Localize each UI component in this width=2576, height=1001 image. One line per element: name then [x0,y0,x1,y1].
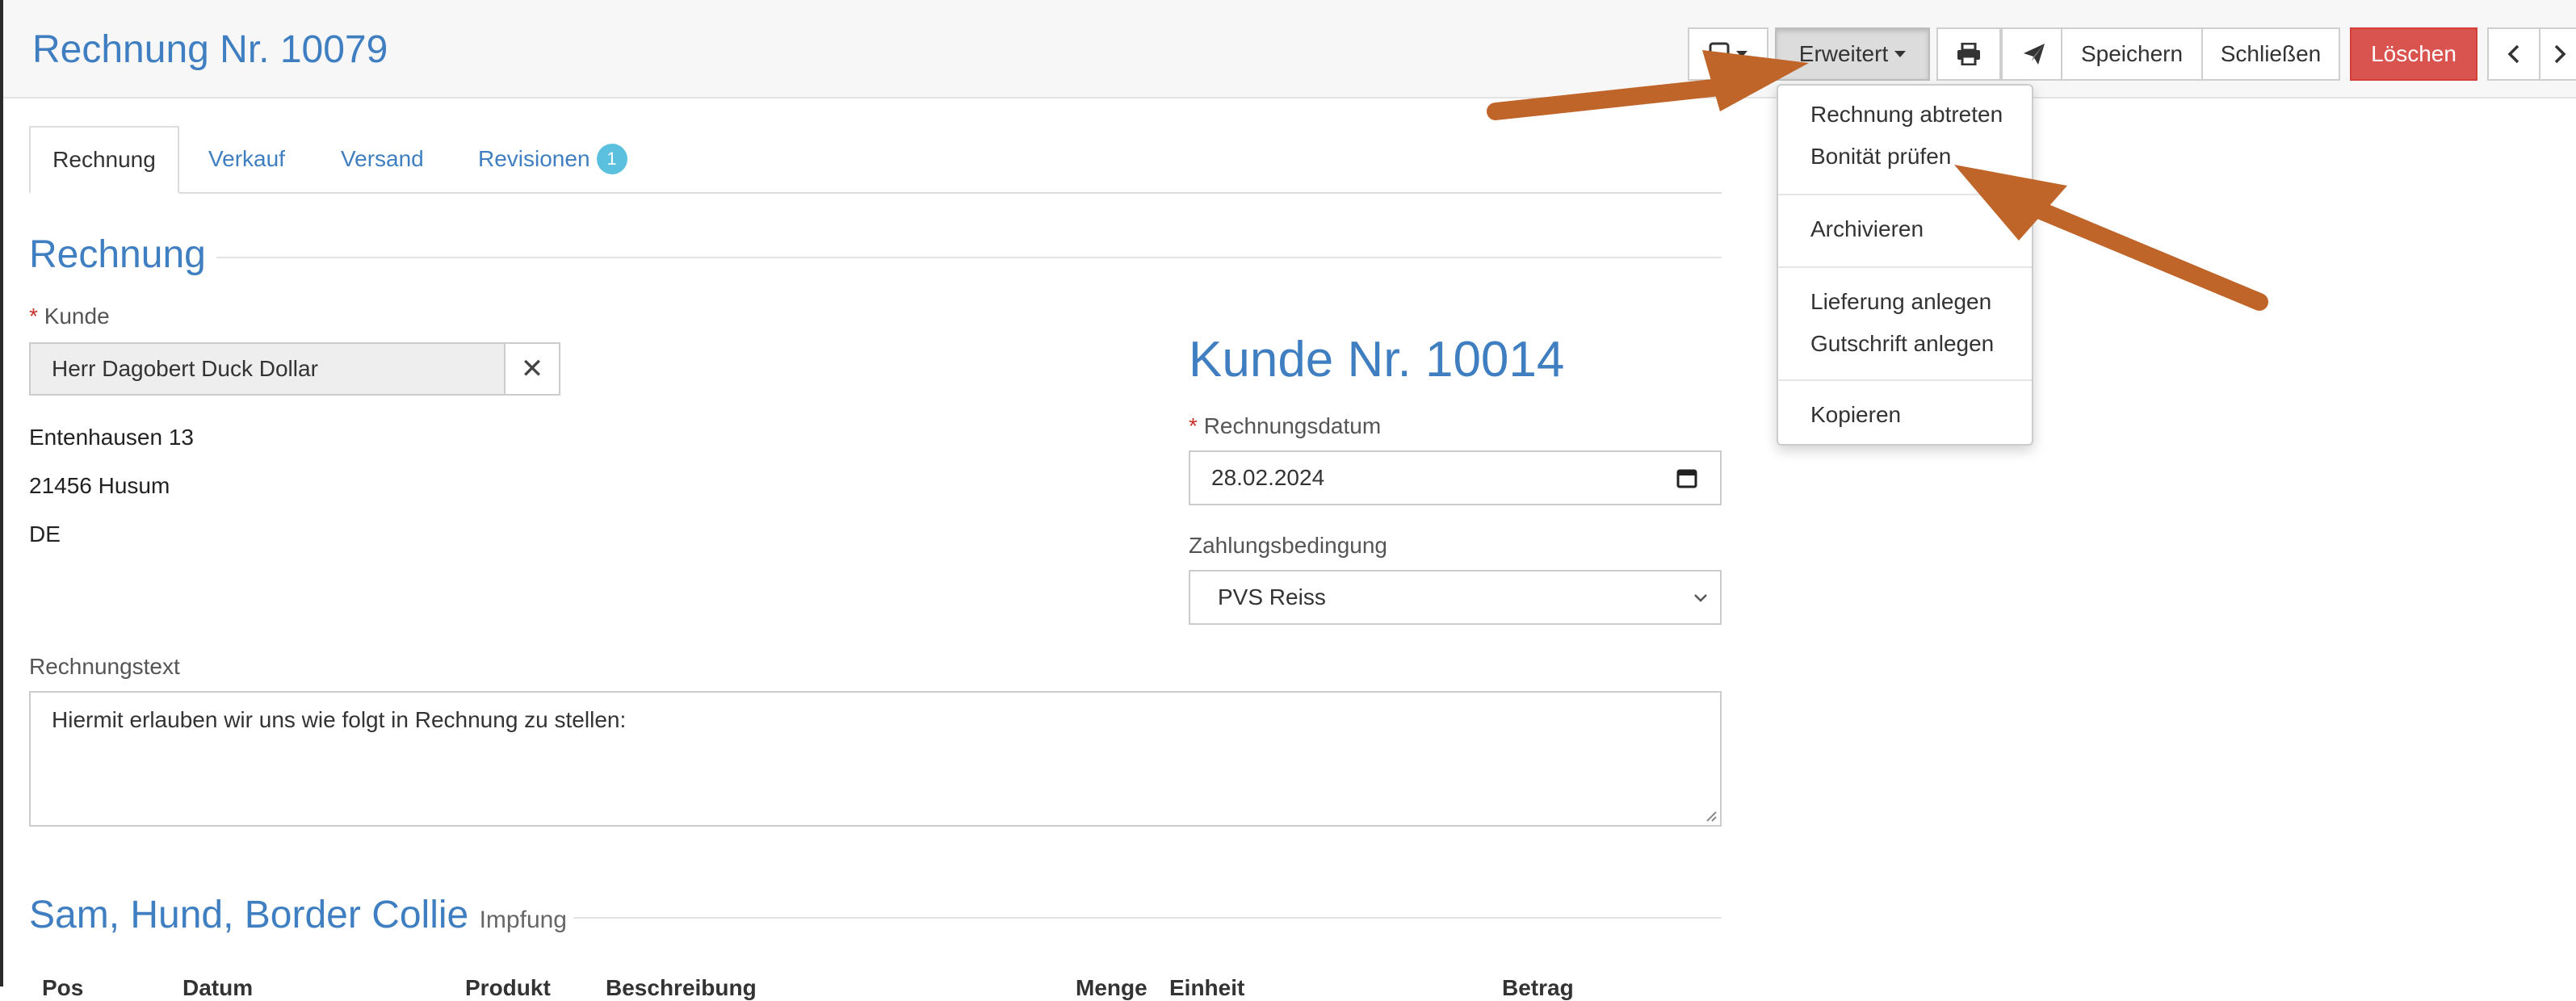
close-label: Schließen [2220,41,2322,66]
menu-divider [1778,266,2032,268]
tab-revisionen[interactable]: Revisionen 1 [478,126,627,192]
chevron-down-icon [1894,51,1907,57]
menu-item-kopieren[interactable]: Kopieren [1810,402,1901,428]
chevron-down-icon [1694,594,1707,602]
tab-label: Revisionen [478,146,590,171]
page-title: Rechnung Nr. 10079 [32,28,388,71]
date-label: * Rechnungsdatum [1189,413,1381,439]
table-header: Beschreibung [606,975,757,1000]
erweitert-label: Erweitert [1798,41,1889,66]
customer-label-text: Kunde [44,304,110,329]
chevron-down-icon [1736,51,1747,57]
section-divider [573,917,1722,919]
revision-count-badge: 1 [596,144,627,174]
date-label-text: Rechnungsdatum [1203,413,1382,438]
tab-label: Verkauf [208,146,285,171]
menu-divider [1778,379,2032,381]
tablet-icon [1709,42,1730,66]
table-header: Einheit [1169,975,1245,1000]
customer-label: * Kunde [29,304,110,329]
menu-divider [1778,194,2032,195]
customer-number-heading: Kunde Nr. 10014 [1189,332,1565,387]
close-icon: ✕ [520,354,544,384]
chevron-left-icon [2507,44,2519,64]
paper-plane-icon [2024,44,2045,65]
menu-item-lieferung-anlegen[interactable]: Lieferung anlegen [1810,289,1991,315]
table-header: Betrag [1502,975,1574,1000]
required-marker: * [29,304,44,329]
tab-bar: Rechnung Verkauf Versand Revisionen 1 [29,126,1722,194]
save-label: Speichern [2080,41,2184,66]
payment-value: PVS Reiss [1218,584,1326,609]
menu-item-rechnung-abtreten[interactable]: Rechnung abtreten [1810,102,2003,128]
payment-select[interactable]: PVS Reiss [1189,570,1722,625]
erweitert-dropdown-menu: Rechnung abtreten Bonität prüfen Archivi… [1777,84,2033,446]
payment-label: Zahlungsbedingung [1189,533,1387,558]
menu-item-gutschrift-anlegen[interactable]: Gutschrift anlegen [1810,331,1994,357]
save-button[interactable]: Speichern [2061,27,2203,81]
window-edge [0,0,3,986]
date-value: 28.02.2024 [1211,465,1325,490]
customer-value: Herr Dagobert Duck Dollar [52,356,318,381]
print-button[interactable] [1936,27,2001,81]
required-marker: * [1189,413,1204,438]
section-title: Rechnung [29,233,206,276]
delete-button[interactable]: Löschen [2350,27,2477,81]
invoice-text-label: Rechnungstext [29,654,180,679]
resize-handle-icon[interactable] [1704,809,1717,822]
patient-section-title: Sam, Hund, Border Collie Impfung [29,893,567,937]
clear-customer-button[interactable]: ✕ [504,342,560,396]
table-header: Datum [183,975,254,1000]
tab-label: Rechnung [52,147,156,172]
patient-title: Sam, Hund, Border Collie [29,894,469,936]
address-line: 21456 Husum [29,473,170,498]
address-line: Entenhausen 13 [29,425,194,450]
date-field[interactable]: 28.02.2024 [1189,450,1722,505]
tab-rechnung[interactable]: Rechnung [29,126,179,194]
erweitert-button[interactable]: Erweitert [1775,27,1930,81]
patient-subtitle: Impfung [479,907,567,933]
tab-label: Versand [341,146,424,171]
invoice-text-area[interactable]: Hiermit erlauben wir uns wie folgt in Re… [29,691,1722,827]
address-line: DE [29,521,61,547]
device-menu-button[interactable] [1688,27,1768,81]
tab-versand[interactable]: Versand [341,126,424,192]
menu-item-bonitaet-pruefen[interactable]: Bonität prüfen [1810,144,1951,170]
close-button[interactable]: Schließen [2201,27,2340,81]
table-header: Pos [42,975,84,1000]
tab-verkauf[interactable]: Verkauf [208,126,285,192]
next-button[interactable] [2539,27,2576,81]
chevron-right-icon [2554,44,2566,64]
section-divider [216,257,1722,258]
table-header: Produkt [465,975,551,1000]
send-button[interactable] [2001,27,2067,81]
invoice-text-value: Hiermit erlauben wir uns wie folgt in Re… [52,707,627,732]
menu-item-archivieren[interactable]: Archivieren [1810,216,1924,242]
customer-field[interactable]: Herr Dagobert Duck Dollar [29,342,506,396]
delete-label: Löschen [2371,41,2456,66]
previous-button[interactable] [2487,27,2540,81]
print-icon [1957,43,1980,65]
table-header: Menge [1076,975,1147,1000]
calendar-icon[interactable] [1676,467,1697,488]
